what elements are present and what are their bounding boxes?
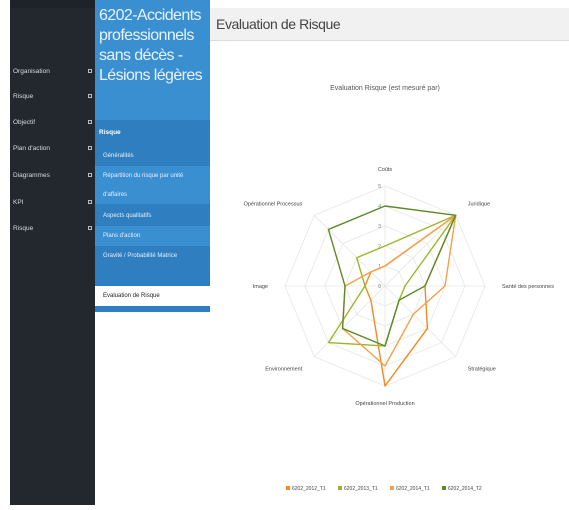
axis-label: Opérationnel Processus <box>244 201 303 207</box>
radar-chart-container: Evaluation Risque (est mesuré par) 0 1 2 3 4 5… <box>210 70 569 505</box>
legend-swatch <box>390 486 394 490</box>
nav-item-label: Risque <box>13 224 34 232</box>
expand-icon <box>88 146 92 150</box>
expand-icon <box>88 173 92 177</box>
context-header: 6202-Accidents professionnels sans décès… <box>95 0 210 120</box>
nav-item-organisation[interactable]: Organisation <box>10 63 95 79</box>
tick-label: 0 <box>378 284 381 290</box>
submenu-item-plans[interactable]: Plans d'action <box>95 226 210 246</box>
nav-item-diagrammes[interactable]: Diagrammes <box>10 167 95 183</box>
legend-swatch <box>286 486 290 490</box>
nav-item-risque-2[interactable]: Risque <box>10 220 95 236</box>
axis-label: Coûts <box>378 167 393 173</box>
legend-swatch <box>442 486 446 490</box>
risk-submenu: Risque Généralités Répartition du risque… <box>95 120 210 312</box>
nav-item-kpi[interactable]: KPI <box>10 194 95 210</box>
nav-item-risque[interactable]: Risque <box>10 88 95 104</box>
top-strip-dark <box>10 0 98 8</box>
expand-icon <box>88 120 92 124</box>
context-panel: 6202-Accidents professionnels sans décès… <box>95 0 210 505</box>
nav-item-label: Diagrammes <box>13 171 50 179</box>
submenu-item-matrice[interactable]: Gravité / Probabilité Matrice <box>95 246 210 266</box>
page-header: Evaluation de Risque <box>210 8 569 41</box>
nav-item-label: Objectif <box>13 118 36 126</box>
submenu-section-title: Risque <box>99 129 121 136</box>
submenu-item-aspects[interactable]: Aspects qualitatifs <box>95 206 210 226</box>
axis-label: Opérationnel Production <box>355 401 414 407</box>
expand-icon <box>88 200 92 204</box>
nav-item-label: Risque <box>13 92 34 100</box>
expand-icon <box>88 226 92 230</box>
nav-item-objectif[interactable]: Objectif <box>10 114 95 130</box>
radar-chart: Evaluation Risque (est mesuré par)012345… <box>244 85 555 492</box>
tick-label: 3 <box>378 224 381 230</box>
page-title: Evaluation de Risque <box>216 16 341 32</box>
submenu-item-evaluation[interactable]: Evaluation de Risque <box>95 286 210 306</box>
legend-label: 6202_2013_T1 <box>344 486 378 492</box>
submenu-item-repartition[interactable]: Répartition du risque par unité <box>95 166 210 186</box>
tick-label: 5 <box>378 184 381 190</box>
submenu-item-repartition-cont[interactable]: d'affaires <box>95 186 210 204</box>
left-navigation: Organisation Risque Objectif Plan d'acti… <box>10 8 95 505</box>
axis-label: Image <box>253 284 268 290</box>
legend-label: 6202_2012_T1 <box>292 486 326 492</box>
chart-title: Evaluation Risque (est mesuré par) <box>330 85 440 92</box>
expand-icon <box>88 94 92 98</box>
legend-swatch <box>338 486 342 490</box>
nav-item-plan-action[interactable]: Plan d'action <box>10 140 95 156</box>
nav-item-label: Organisation <box>13 67 50 75</box>
nav-item-label: KPI <box>13 198 24 206</box>
submenu-item-generalites[interactable]: Généralités <box>95 146 210 166</box>
context-title: 6202-Accidents professionnels sans décès… <box>99 7 203 84</box>
axis-label: Environnement <box>265 367 302 373</box>
axis-label: Stratégique <box>468 367 496 373</box>
axis-label: Juridique <box>468 201 490 207</box>
nav-item-label: Plan d'action <box>13 144 51 152</box>
main-content: Evaluation de Risque Evaluation Risque (… <box>210 0 569 505</box>
axis-label: Santé des personnes <box>502 284 554 290</box>
legend-label: 6202_2014_T2 <box>448 486 482 492</box>
legend-label: 6202_2014_T1 <box>396 486 430 492</box>
expand-icon <box>88 69 92 73</box>
